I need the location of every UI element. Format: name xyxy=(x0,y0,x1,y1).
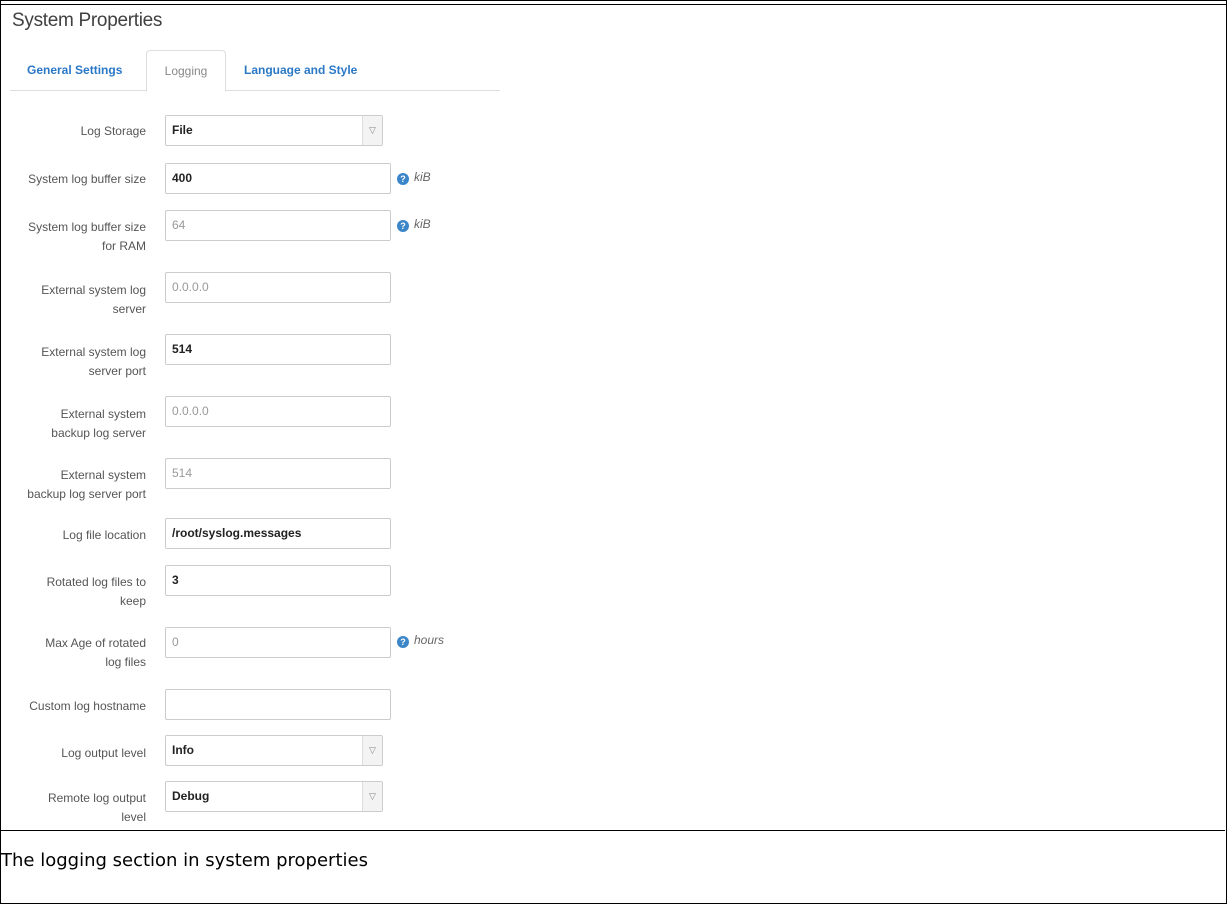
tab-general-settings[interactable]: General Settings xyxy=(27,50,122,90)
help-icon[interactable]: ? xyxy=(397,220,409,232)
buffer-ram-label: System log buffer size for RAM xyxy=(0,218,146,256)
rotated-label-line1: Rotated log files to xyxy=(46,575,146,589)
ext-backup-label-line2: backup log server xyxy=(51,426,146,440)
help-icon[interactable]: ? xyxy=(397,636,409,648)
output-level-label: Log output level xyxy=(61,746,146,760)
log-storage-label: Log Storage xyxy=(80,124,146,138)
ext-server-port-label-line1: External system log xyxy=(41,345,146,359)
log-file-label: Log file location xyxy=(62,528,146,542)
max-age-input[interactable]: 0 xyxy=(165,627,391,658)
buffer-ram-input[interactable]: 64 xyxy=(165,210,391,241)
chevron-down-icon: ▽ xyxy=(362,116,382,145)
chevron-down-icon: ▽ xyxy=(362,736,382,765)
log-storage-value: File xyxy=(172,123,193,137)
ext-server-input[interactable]: 0.0.0.0 xyxy=(165,272,391,303)
ext-backup-port-label: External system backup log server port xyxy=(0,466,146,504)
buffer-ram-unit: kiB xyxy=(414,217,431,231)
buffer-ram-label-line2: for RAM xyxy=(101,239,146,253)
max-age-label-line2: log files xyxy=(105,655,146,669)
remote-level-label-line1: Remote log output xyxy=(47,791,146,805)
figure-caption: The logging section in system properties xyxy=(1,850,368,871)
hostname-input[interactable] xyxy=(165,689,391,720)
rotated-label: Rotated log files to keep xyxy=(0,573,146,611)
remote-level-value: Debug xyxy=(172,789,210,803)
hostname-label: Custom log hostname xyxy=(29,699,146,713)
help-icon[interactable]: ? xyxy=(397,173,409,185)
buffer-size-input[interactable]: 400 xyxy=(165,163,391,194)
output-level-select[interactable]: Info ▽ xyxy=(165,735,383,766)
output-level-value: Info xyxy=(172,743,194,757)
remote-level-label-line2: level xyxy=(121,810,146,824)
buffer-size-label: System log buffer size xyxy=(28,172,146,186)
rotated-label-line2: keep xyxy=(119,594,146,608)
ext-server-label-line2: server xyxy=(112,302,146,316)
chevron-down-icon: ▽ xyxy=(362,782,382,811)
ext-server-port-label: External system log server port xyxy=(0,343,146,381)
max-age-label: Max Age of rotated log files xyxy=(0,634,146,672)
remote-level-select[interactable]: Debug ▽ xyxy=(165,781,383,812)
ext-backup-port-label-line2: backup log server port xyxy=(27,487,146,501)
ext-backup-input[interactable]: 0.0.0.0 xyxy=(165,396,391,427)
buffer-ram-label-line1: System log buffer size xyxy=(28,220,146,234)
ext-server-port-input[interactable]: 514 xyxy=(165,334,391,365)
page-title: System Properties xyxy=(12,10,163,31)
remote-level-label: Remote log output level xyxy=(0,789,146,827)
ext-backup-port-input[interactable]: 514 xyxy=(165,458,391,489)
ext-server-label-line1: External system log xyxy=(41,283,146,297)
top-divider xyxy=(1,4,1226,5)
tab-logging[interactable]: Logging xyxy=(146,50,226,92)
ext-server-port-label-line2: server port xyxy=(88,364,146,378)
buffer-size-unit: kiB xyxy=(414,170,431,184)
log-file-input[interactable]: /root/syslog.messages xyxy=(165,518,391,549)
rotated-input[interactable]: 3 xyxy=(165,565,391,596)
tab-language-and-style[interactable]: Language and Style xyxy=(244,50,357,90)
ext-backup-port-label-line1: External system xyxy=(60,468,146,482)
ext-backup-label-line1: External system xyxy=(60,407,146,421)
ext-server-label: External system log server xyxy=(0,281,146,319)
tab-bar: General Settings Logging Language and St… xyxy=(10,50,500,92)
log-storage-select[interactable]: File ▽ xyxy=(165,115,383,146)
max-age-label-line1: Max Age of rotated xyxy=(45,636,146,650)
max-age-unit: hours xyxy=(414,633,445,647)
ext-backup-label: External system backup log server xyxy=(0,405,146,443)
